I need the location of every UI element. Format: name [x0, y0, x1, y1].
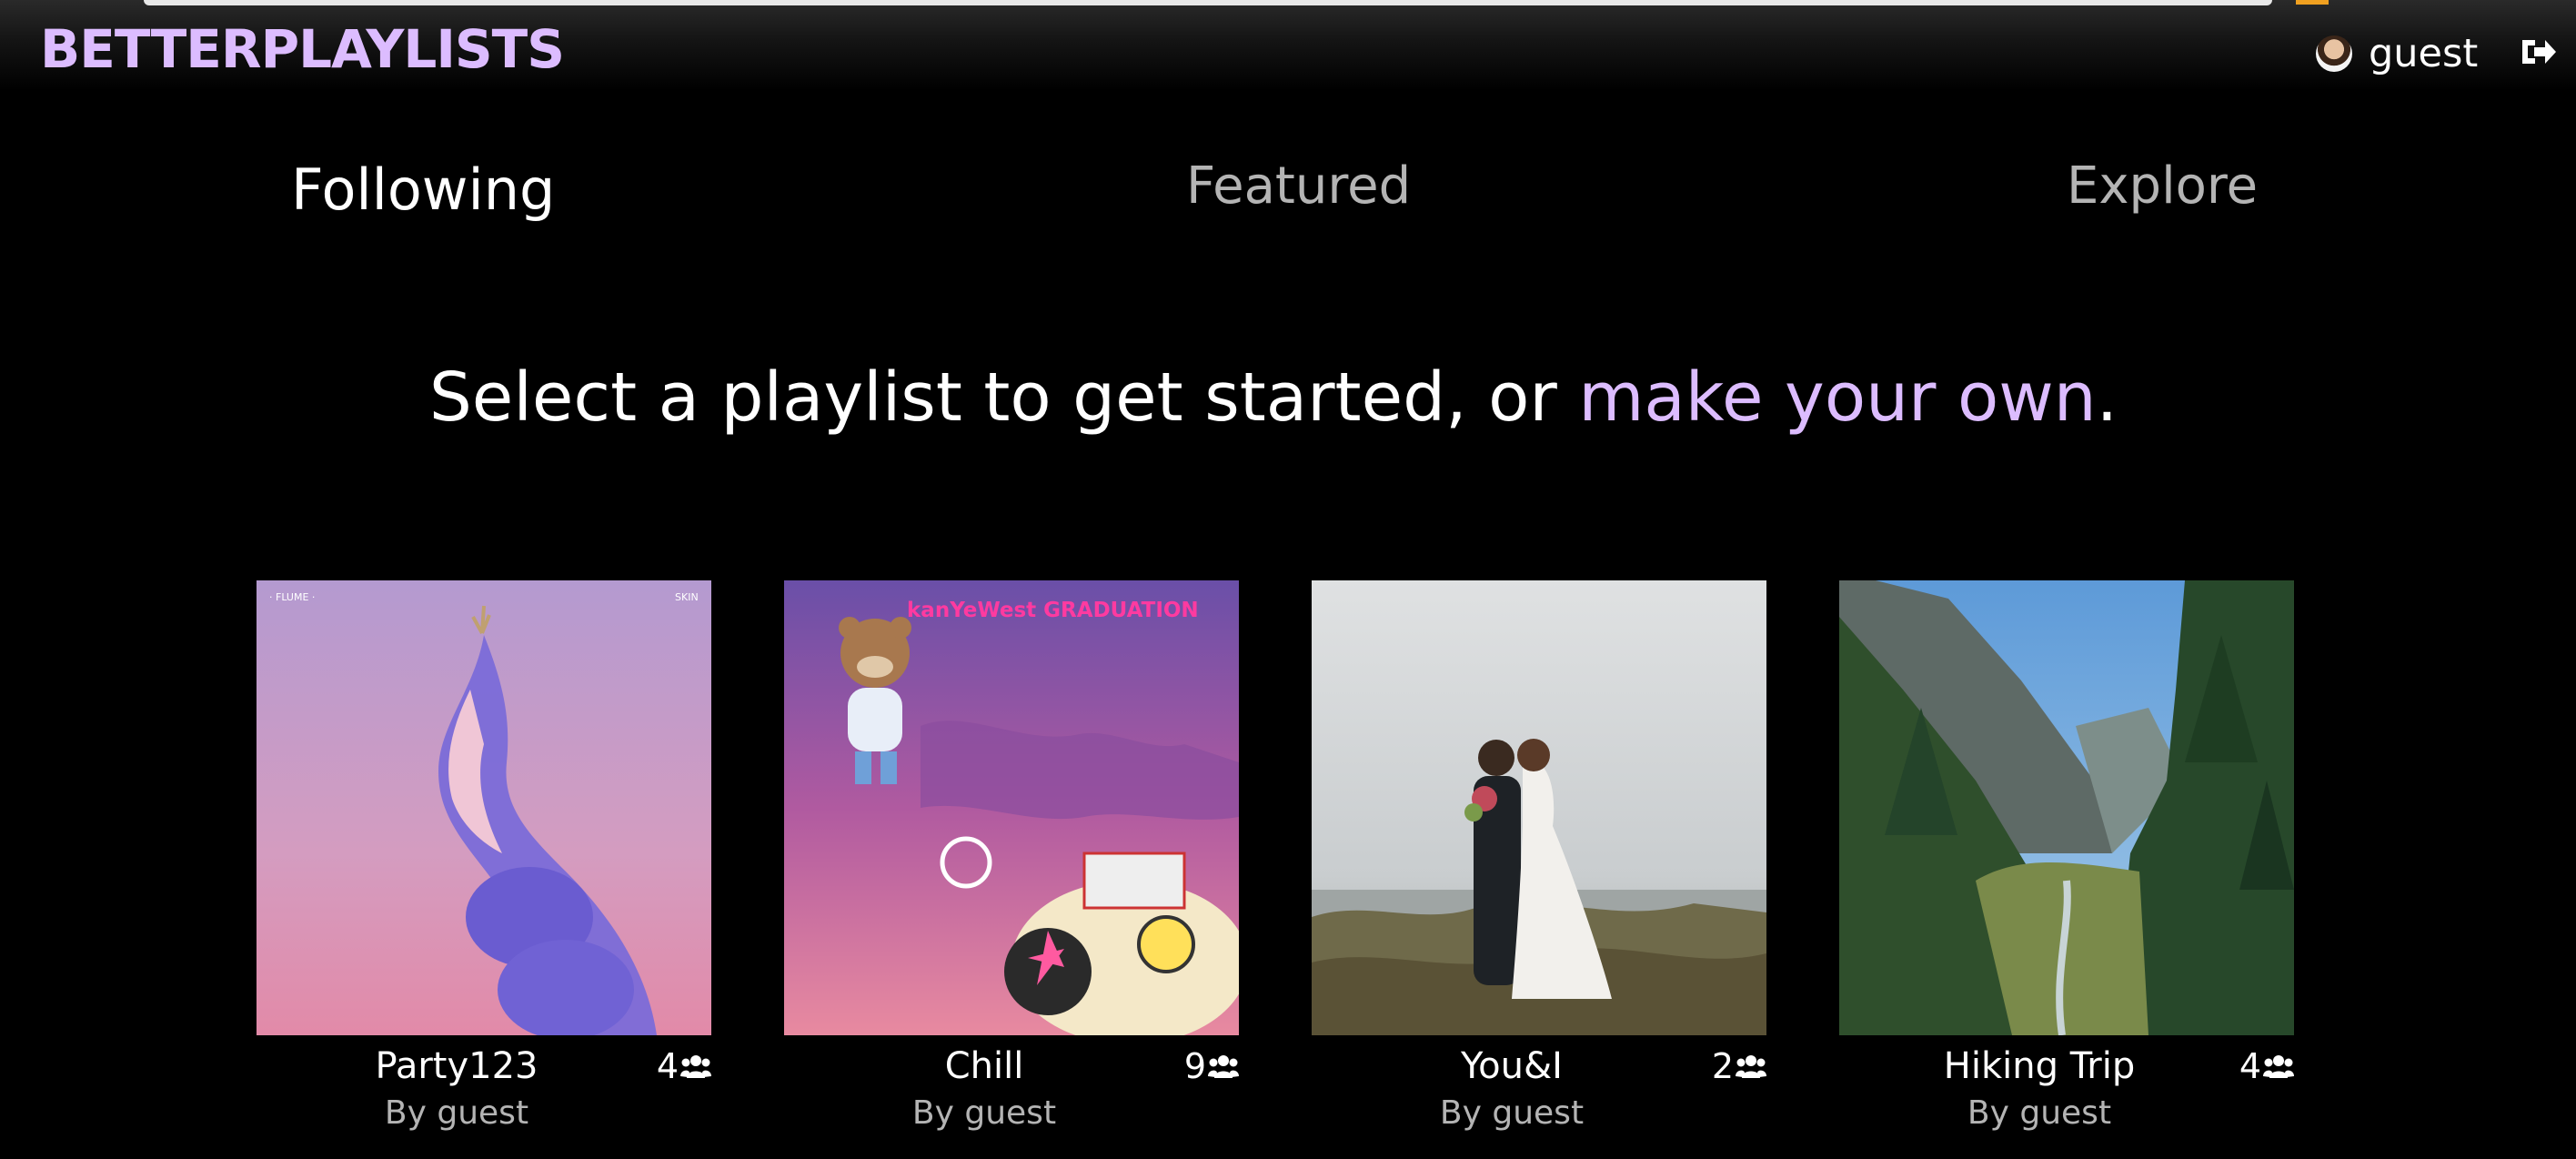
follower-count: 4	[2239, 1041, 2294, 1092]
users-icon	[1736, 1055, 1766, 1078]
playlist-card[interactable]: You&I 2 By guest	[1312, 580, 1766, 1135]
user-avatar	[2316, 35, 2352, 72]
browser-extension-icon	[2296, 0, 2329, 5]
headline-prefix: Select a playlist to get started, or	[428, 358, 1579, 437]
album-cover-flume-skin[interactable]: · FLUME · SKIN	[257, 580, 711, 1035]
mountain-valley-photo[interactable]	[1839, 580, 2294, 1035]
users-icon	[2263, 1055, 2294, 1078]
playlist-title[interactable]: Chill	[784, 1041, 1184, 1092]
top-bar: BETTERPLAYLISTS guest	[0, 0, 2576, 91]
sign-out-icon[interactable]	[2520, 35, 2558, 69]
user-menu[interactable]: guest	[2316, 31, 2478, 76]
username: guest	[2369, 31, 2479, 76]
playlist-title[interactable]: Party123	[257, 1041, 657, 1092]
album-cover-graduation[interactable]: kanYeWest GRADUATION	[784, 580, 1239, 1035]
playlist-card[interactable]: Hiking Trip 4 By guest	[1839, 580, 2294, 1135]
headline-suffix: .	[2096, 358, 2118, 437]
playlist-author: By guest	[1439, 1094, 1585, 1132]
cover-text-artist: · FLUME ·	[269, 591, 315, 603]
page-headline: Select a playlist to get started, or mak…	[0, 357, 2547, 438]
follower-count: 4	[657, 1041, 711, 1092]
wedding-couple-photo[interactable]	[1312, 580, 1766, 1035]
app-logo[interactable]: BETTERPLAYLISTS	[40, 15, 565, 84]
card-title-row: You&I 2	[1312, 1041, 1766, 1092]
playlist-card[interactable]: kanYeWest GRADUATION Chill 9 By guest	[784, 580, 1239, 1135]
follower-count-value: 9	[1183, 1046, 1206, 1086]
cover-text-album: SKIN	[675, 591, 699, 603]
follower-count: 9	[1184, 1041, 1239, 1092]
follower-count-value: 4	[656, 1046, 679, 1086]
follower-count: 2	[1712, 1041, 1766, 1092]
playlist-author: By guest	[384, 1094, 529, 1132]
playlist-card[interactable]: · FLUME · SKIN Party123 4 By guest	[257, 580, 711, 1135]
browser-address-bar-edge	[144, 0, 2272, 5]
follower-count-value: 2	[1711, 1046, 1734, 1086]
tab-featured[interactable]: Featured	[1186, 155, 1411, 218]
follower-count-value: 4	[2239, 1046, 2261, 1086]
playlist-author: By guest	[911, 1094, 1057, 1132]
card-title-row: Hiking Trip 4	[1839, 1041, 2294, 1092]
tab-following[interactable]: Following	[291, 158, 555, 222]
playlist-title[interactable]: You&I	[1312, 1041, 1712, 1092]
tab-explore[interactable]: Explore	[2067, 155, 2258, 218]
make-your-own-link[interactable]: make your own	[1578, 358, 2096, 437]
playlist-title[interactable]: Hiking Trip	[1839, 1041, 2239, 1092]
card-title-row: Chill 9	[784, 1041, 1239, 1092]
cover-text-title: kanYeWest GRADUATION	[907, 599, 1199, 622]
users-icon	[1208, 1055, 1239, 1078]
playlist-author: By guest	[1967, 1094, 2112, 1132]
card-title-row: Party123 4	[257, 1041, 711, 1092]
users-icon	[680, 1055, 711, 1078]
